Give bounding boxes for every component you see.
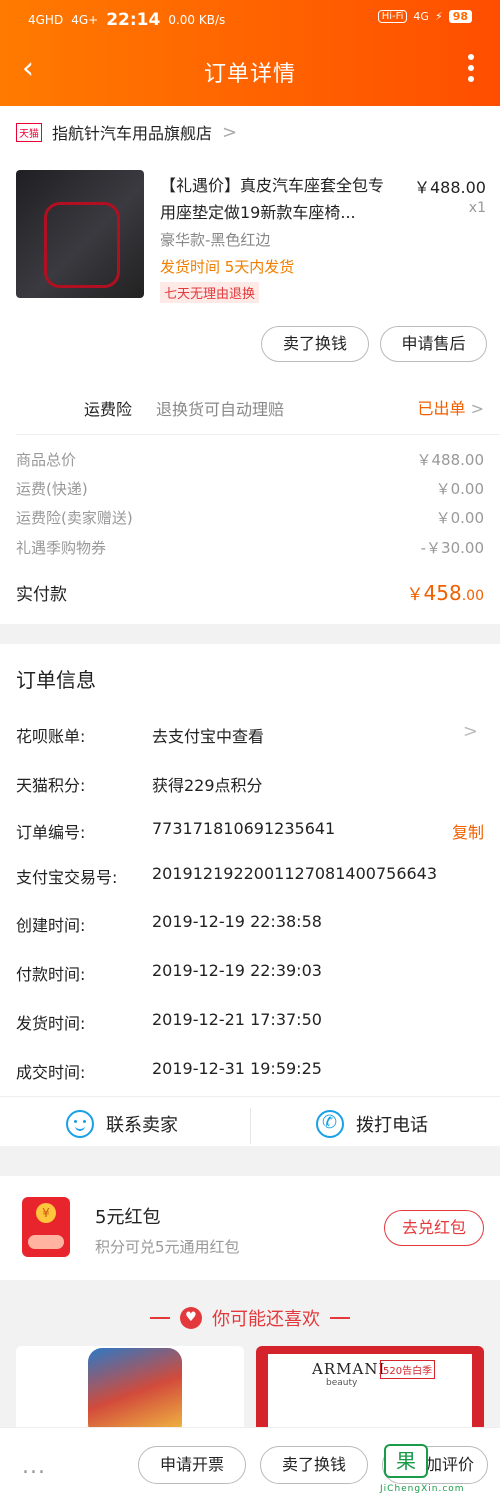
product-price: ￥488.00 (414, 178, 486, 197)
info-value: 773171810691235641 (152, 819, 336, 838)
hongbao-subtitle: 积分可兑5元通用红包 (95, 1238, 240, 1256)
redeem-hongbao-button[interactable]: 去兑红包 (384, 1210, 484, 1246)
call-phone-button[interactable]: 拨打电话 (316, 1110, 428, 1138)
product-image[interactable] (16, 170, 144, 298)
fee-value: ￥488.00 (416, 451, 485, 469)
divider (16, 434, 500, 435)
info-value: 2019-12-19 22:39:03 (152, 961, 322, 980)
charging-icon: ⚡ (434, 10, 443, 23)
contact-seller-label: 联系卖家 (106, 1115, 178, 1136)
page-title: 订单详情 (203, 62, 296, 87)
armani-logo: ARMANI (312, 1360, 386, 1378)
resell-button[interactable]: 卖了换钱 (261, 326, 369, 362)
divider (250, 1108, 251, 1144)
fee-label: 运费险(卖家赠送) (16, 509, 133, 527)
chevron-right-icon: > (222, 121, 238, 143)
more-vertical-icon[interactable] (466, 54, 476, 88)
total-currency: ￥ (406, 585, 424, 605)
armani-image: ARMANI beauty 520告白季 (256, 1346, 484, 1436)
red-packet-icon (22, 1197, 70, 1257)
recommend-item-armani[interactable]: ARMANI beauty 520告白季 (256, 1346, 484, 1436)
heart-icon: ♥ (180, 1307, 202, 1329)
network-speed: 0.00 KB/s (168, 13, 226, 27)
battery-level: 98 (448, 10, 472, 23)
status-time: 22:14 (106, 10, 161, 30)
fee-label: 商品总价 (16, 451, 77, 469)
info-key: 订单编号: (16, 823, 86, 842)
fee-row: 运费险(卖家赠送) ￥0.00 (16, 507, 484, 528)
product-quantity: x1 (468, 200, 486, 216)
total-label: 实付款 (16, 585, 67, 605)
product-sku: 豪华款-黑色红边 (160, 231, 271, 249)
info-value: 2019-12-31 19:59:25 (152, 1059, 322, 1078)
phone-icon (316, 1110, 344, 1138)
decorative-line (330, 1317, 350, 1319)
product-title[interactable]: 【礼遇价】真皮汽车座套全包专用座垫定做19新款车座椅... (160, 172, 398, 226)
promo-badge: 520告白季 (380, 1360, 436, 1379)
total-amount: ￥458.00 (407, 580, 484, 605)
total-row: 实付款 ￥458.00 (16, 580, 484, 605)
info-key: 天猫积分: (16, 776, 86, 795)
app-header: 4GHD 4G+ 22:14 0.00 KB/s Hi-Fi 4G ⚡ 98 ‹… (0, 0, 500, 106)
fee-label: 礼遇季购物券 (16, 539, 107, 557)
fee-row: 运费(快递) ￥0.00 (16, 478, 484, 499)
call-phone-label: 拨打电话 (356, 1115, 428, 1136)
order-info-title: 订单信息 (16, 668, 96, 692)
total-integer: 458 (423, 581, 462, 605)
chat-face-icon (66, 1110, 94, 1138)
network-indicator-2: 4G+ (71, 13, 99, 27)
fee-row: 礼遇季购物券 -￥30.00 (16, 537, 484, 558)
store-name: 指航针汽车用品旗舰店 (52, 124, 213, 143)
info-key: 创建时间: (16, 916, 86, 935)
hongbao-title: 5元红包 (95, 1207, 161, 1228)
watermark-logo: 果 (384, 1444, 428, 1478)
recommend-title: 你可能还喜欢 (212, 1309, 320, 1330)
divider (0, 1096, 500, 1097)
contact-seller-button[interactable]: 联系卖家 (66, 1110, 178, 1138)
recommend-item-phone-case[interactable] (16, 1346, 244, 1436)
info-value: 2019-12-21 17:37:50 (152, 1010, 322, 1029)
status-bar: 4GHD 4G+ 22:14 0.00 KB/s Hi-Fi 4G ⚡ 98 (0, 0, 500, 36)
fee-value: -￥30.00 (420, 539, 484, 557)
more-horizontal-icon[interactable]: ... (22, 1454, 46, 1479)
return-policy-tag: 七天无理由退换 (160, 282, 260, 303)
shipping-time: 发货时间 5天内发货 (160, 258, 295, 276)
insurance-label: 运费险 (84, 400, 133, 419)
insurance-status[interactable]: 已出单 > (417, 395, 484, 419)
fee-row: 商品总价 ￥488.00 (16, 449, 484, 470)
info-key: 支付宝交易号: (16, 868, 118, 887)
chevron-right-icon: > (462, 721, 478, 742)
info-value: 2019121922001127081400756643 (152, 864, 438, 883)
info-key: 花呗账单: (16, 727, 86, 746)
phone-case-image (88, 1348, 182, 1436)
info-key: 付款时间: (16, 965, 86, 984)
invoice-button[interactable]: 申请开票 (138, 1446, 246, 1484)
info-key: 发货时间: (16, 1014, 86, 1033)
decorative-line (150, 1317, 170, 1319)
watermark-text: JiChengXin.com (380, 1484, 465, 1494)
after-sales-button[interactable]: 申请售后 (380, 326, 487, 362)
navigation-bar: ‹ 订单详情 (0, 36, 500, 106)
armani-sub: beauty (326, 1378, 358, 1388)
fee-label: 运费(快递) (16, 480, 88, 498)
resell-button[interactable]: 卖了换钱 (260, 1446, 368, 1484)
recommend-title-row: ♥ 你可能还喜欢 (0, 1305, 500, 1331)
network-indicator: 4GHD (28, 13, 64, 27)
info-value: 获得229点积分 (152, 776, 263, 795)
fee-value: ￥0.00 (435, 509, 484, 527)
hifi-badge: Hi-Fi (377, 10, 408, 23)
info-key: 成交时间: (16, 1063, 86, 1082)
info-value: 2019-12-19 22:38:58 (152, 912, 322, 931)
copy-button[interactable]: 复制 (452, 819, 484, 843)
network-indicator-3: 4G (413, 10, 429, 23)
store-link[interactable]: 天猫 指航针汽车用品旗舰店 > (16, 120, 237, 144)
fee-value: ￥0.00 (435, 480, 484, 498)
chevron-right-icon: > (470, 399, 484, 418)
info-value: 去支付宝中查看 (152, 727, 265, 746)
total-decimal: .00 (461, 588, 484, 604)
insurance-description: 退换货可自动理赔 (156, 400, 285, 419)
tmall-badge: 天猫 (16, 122, 42, 142)
insurance-status-text: 已出单 (417, 399, 466, 418)
